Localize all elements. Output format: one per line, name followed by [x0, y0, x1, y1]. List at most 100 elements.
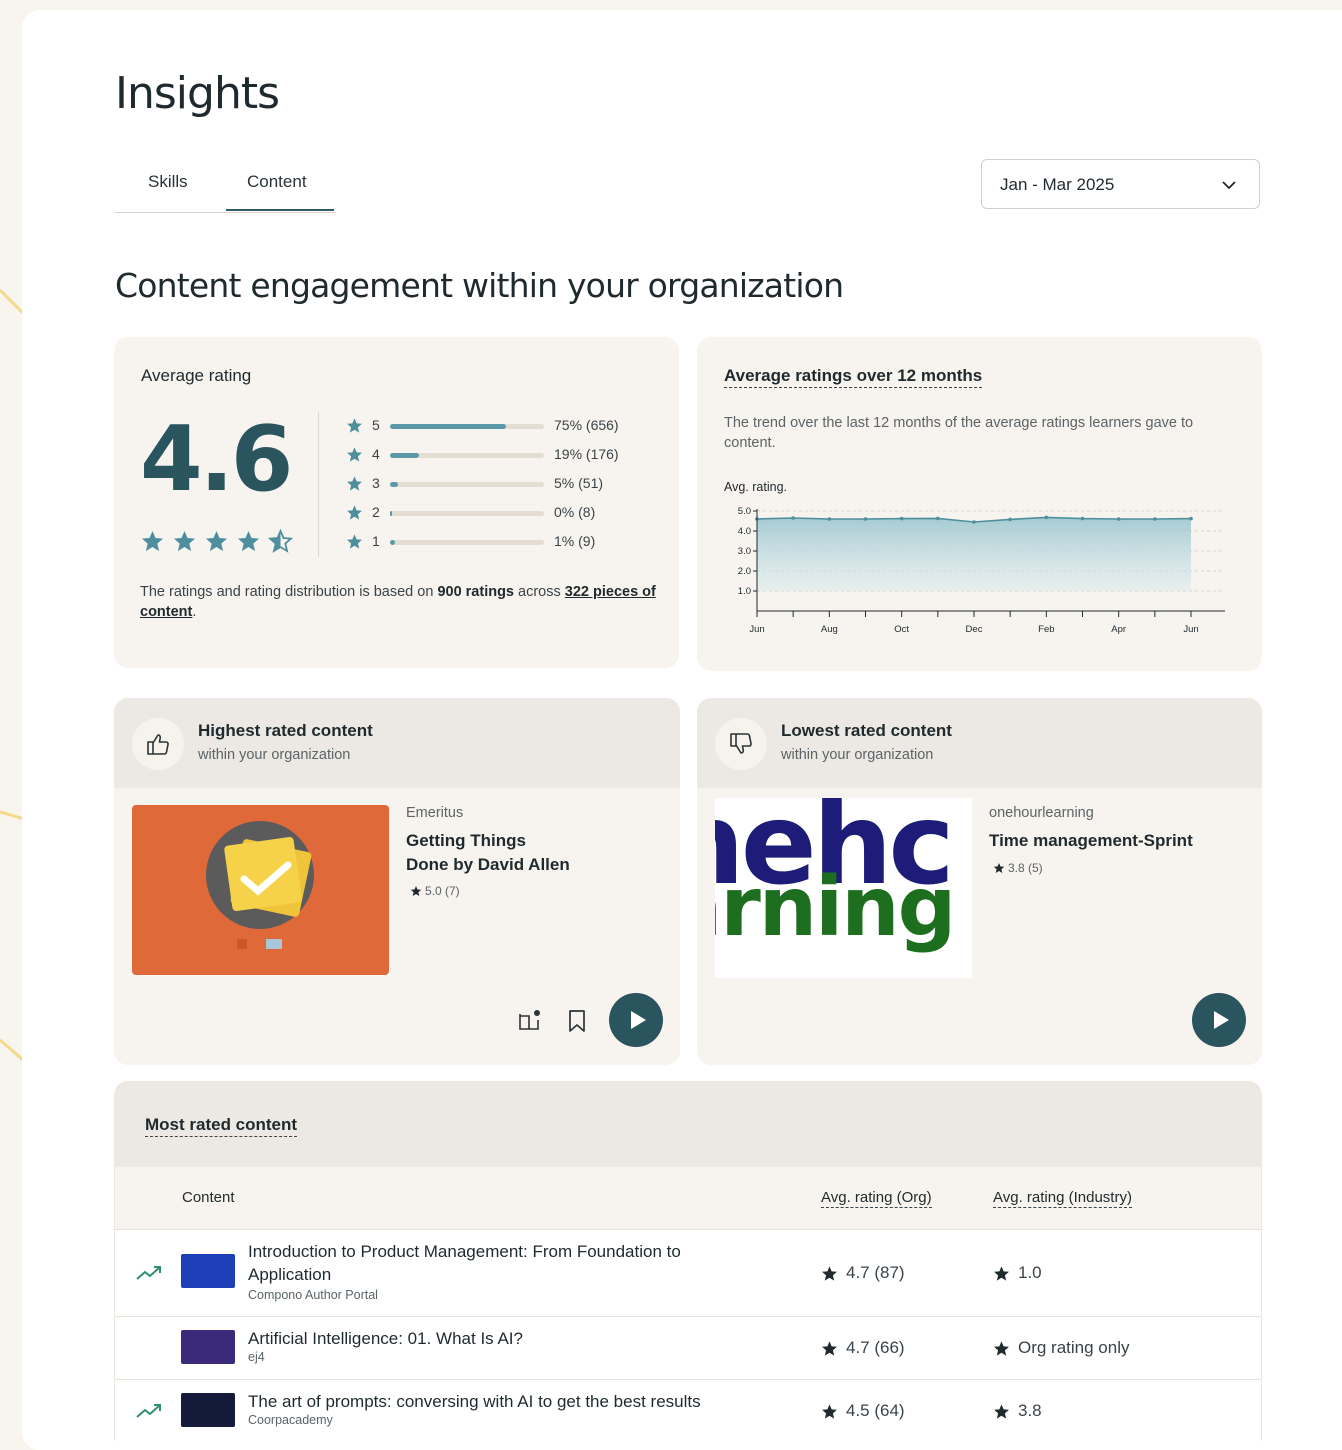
- y-tick-label: 1.0: [738, 586, 751, 597]
- distribution-value: 19% (176): [554, 446, 619, 462]
- highest-rated-subtitle: within your organization: [198, 747, 351, 763]
- table-row[interactable]: The art of prompts: conversing with AI t…: [115, 1380, 1261, 1441]
- star-icon: [238, 531, 259, 551]
- distribution-bar: [390, 482, 544, 487]
- course-rating: 3.8 (5): [993, 861, 1043, 875]
- x-tick-label: Oct: [894, 624, 909, 635]
- star-icon: [993, 863, 1005, 873]
- trending-up-icon: [136, 1266, 161, 1280]
- star-icon: [347, 476, 362, 491]
- add-to-collection-icon[interactable]: [517, 1008, 543, 1034]
- most-rated-header: Most rated content: [114, 1081, 1262, 1166]
- ratings-trend-chart: 5.0 4.0 3.0 2.0 1.0 Jun Aug Oct Dec Feb Apr Jun: [738, 506, 1225, 635]
- course-thumbnail[interactable]: nehc arning: [715, 798, 972, 978]
- highest-rated-card: Highest rated content within your organi…: [114, 698, 680, 1065]
- bookmark-icon[interactable]: [566, 1008, 588, 1034]
- lowest-rated-header: Lowest rated content within your organiz…: [697, 698, 1262, 788]
- course-thumbnail[interactable]: [132, 805, 389, 975]
- page-title: Insights: [115, 68, 280, 119]
- area-fill: [757, 517, 1191, 591]
- thumbs-down-icon: [730, 733, 752, 754]
- y-tick-label: 3.0: [738, 546, 751, 557]
- data-point: [791, 516, 795, 520]
- star-icon: [994, 1265, 1009, 1281]
- table-row[interactable]: Introduction to Product Management: From…: [115, 1230, 1261, 1317]
- content-thumbnail: [181, 1330, 235, 1364]
- date-range-select[interactable]: Jan - Mar 2025: [981, 159, 1260, 209]
- tab-skills[interactable]: Skills: [148, 172, 188, 192]
- tab-bar: Skills Content: [115, 160, 335, 213]
- content-source: Coorpacademy: [248, 1413, 333, 1427]
- distribution-value: 0% (8): [554, 504, 596, 520]
- most-rated-table: Content Avg. rating (Org) Avg. rating (I…: [114, 1166, 1262, 1441]
- distribution-bar: [390, 540, 544, 545]
- content-thumbnail: [181, 1254, 235, 1288]
- content-thumbnail: [181, 1393, 235, 1427]
- data-point: [1080, 516, 1085, 521]
- most-rated-card: Most rated content Content Avg. rating (…: [114, 1081, 1262, 1441]
- tab-content[interactable]: Content: [247, 172, 307, 192]
- ratings-trend-card: Average ratings over 12 months The trend…: [697, 337, 1262, 671]
- course-rating: 5.0 (7): [410, 884, 460, 898]
- x-tick-label: Aug: [821, 624, 838, 635]
- y-axis-label: Avg. rating.: [724, 480, 788, 494]
- x-tick-label: Jun: [749, 624, 764, 635]
- average-rating-label: Average rating: [141, 366, 252, 385]
- thumbs-down-icon-wrap: [715, 718, 767, 770]
- content-title[interactable]: The art of prompts: conversing with AI t…: [248, 1390, 701, 1413]
- chevron-down-icon: [1222, 181, 1236, 190]
- distribution-bar: [390, 453, 544, 458]
- lowest-rated-card: Lowest rated content within your organiz…: [697, 698, 1262, 1065]
- data-point: [972, 520, 976, 524]
- course-title[interactable]: Getting Things Done by David Allen: [406, 829, 570, 877]
- star-icon: [994, 1340, 1009, 1356]
- star-icon: [822, 1340, 837, 1356]
- play-button[interactable]: [1192, 993, 1246, 1047]
- star-icon: [206, 531, 227, 551]
- data-point: [1044, 515, 1049, 520]
- x-tick-label: Dec: [966, 624, 983, 635]
- column-avg-rating-org[interactable]: Avg. rating (Org): [821, 1189, 932, 1208]
- rating-footnote: The ratings and rating distribution is b…: [140, 584, 656, 620]
- distribution-bar-fill: [390, 453, 420, 458]
- date-range-value: Jan - Mar 2025: [1000, 175, 1115, 194]
- section-title: Content engagement within your organizat…: [115, 266, 844, 305]
- half-star-icon: [268, 529, 293, 553]
- lowest-rated-title: Lowest rated content: [781, 721, 952, 740]
- distribution-bar-fill: [390, 482, 398, 487]
- play-icon: [1214, 1011, 1229, 1029]
- course-provider: Emeritus: [406, 805, 464, 821]
- star-icon: [822, 1403, 837, 1419]
- most-rated-title[interactable]: Most rated content: [145, 1115, 298, 1137]
- avg-rating-industry: Org rating only: [993, 1338, 1130, 1358]
- play-button[interactable]: [609, 993, 663, 1047]
- avg-rating-industry: 1.0: [993, 1263, 1042, 1283]
- data-point: [863, 517, 868, 521]
- star-icon: [822, 1265, 837, 1281]
- ratings-trend-description: The trend over the last 12 months of the…: [724, 415, 1194, 451]
- content-title[interactable]: Introduction to Product Management: From…: [248, 1240, 681, 1286]
- table-row[interactable]: Artificial Intelligence: 01. What Is AI?…: [115, 1317, 1261, 1380]
- column-avg-rating-industry[interactable]: Avg. rating (Industry): [993, 1189, 1132, 1208]
- star-icon: [347, 505, 362, 520]
- star-count: 3: [372, 475, 380, 491]
- lowest-rated-subtitle: within your organization: [781, 747, 934, 763]
- ratings-trend-title[interactable]: Average ratings over 12 months: [724, 366, 983, 388]
- star-icon: [410, 886, 422, 896]
- course-title[interactable]: Time management-Sprint: [989, 829, 1193, 853]
- course-provider: onehourlearning: [989, 805, 1094, 821]
- x-tick-label: Jun: [1183, 624, 1198, 635]
- highest-rated-header: Highest rated content within your organi…: [114, 698, 680, 788]
- data-point: [1008, 517, 1012, 522]
- trending-up-icon: [136, 1404, 161, 1418]
- avg-rating-org: 4.7 (87): [821, 1263, 905, 1283]
- column-content: Content: [182, 1189, 235, 1206]
- star-icon: [347, 534, 362, 549]
- table-header: Content Avg. rating (Org) Avg. rating (I…: [115, 1167, 1261, 1230]
- data-point: [1116, 517, 1121, 521]
- play-icon: [631, 1011, 646, 1029]
- content-title[interactable]: Artificial Intelligence: 01. What Is AI?: [248, 1327, 523, 1350]
- x-tick-label: Feb: [1038, 624, 1054, 635]
- average-rating-card: Average rating 4.6 The ratings and ratin…: [114, 337, 679, 668]
- distribution-bar: [390, 511, 544, 516]
